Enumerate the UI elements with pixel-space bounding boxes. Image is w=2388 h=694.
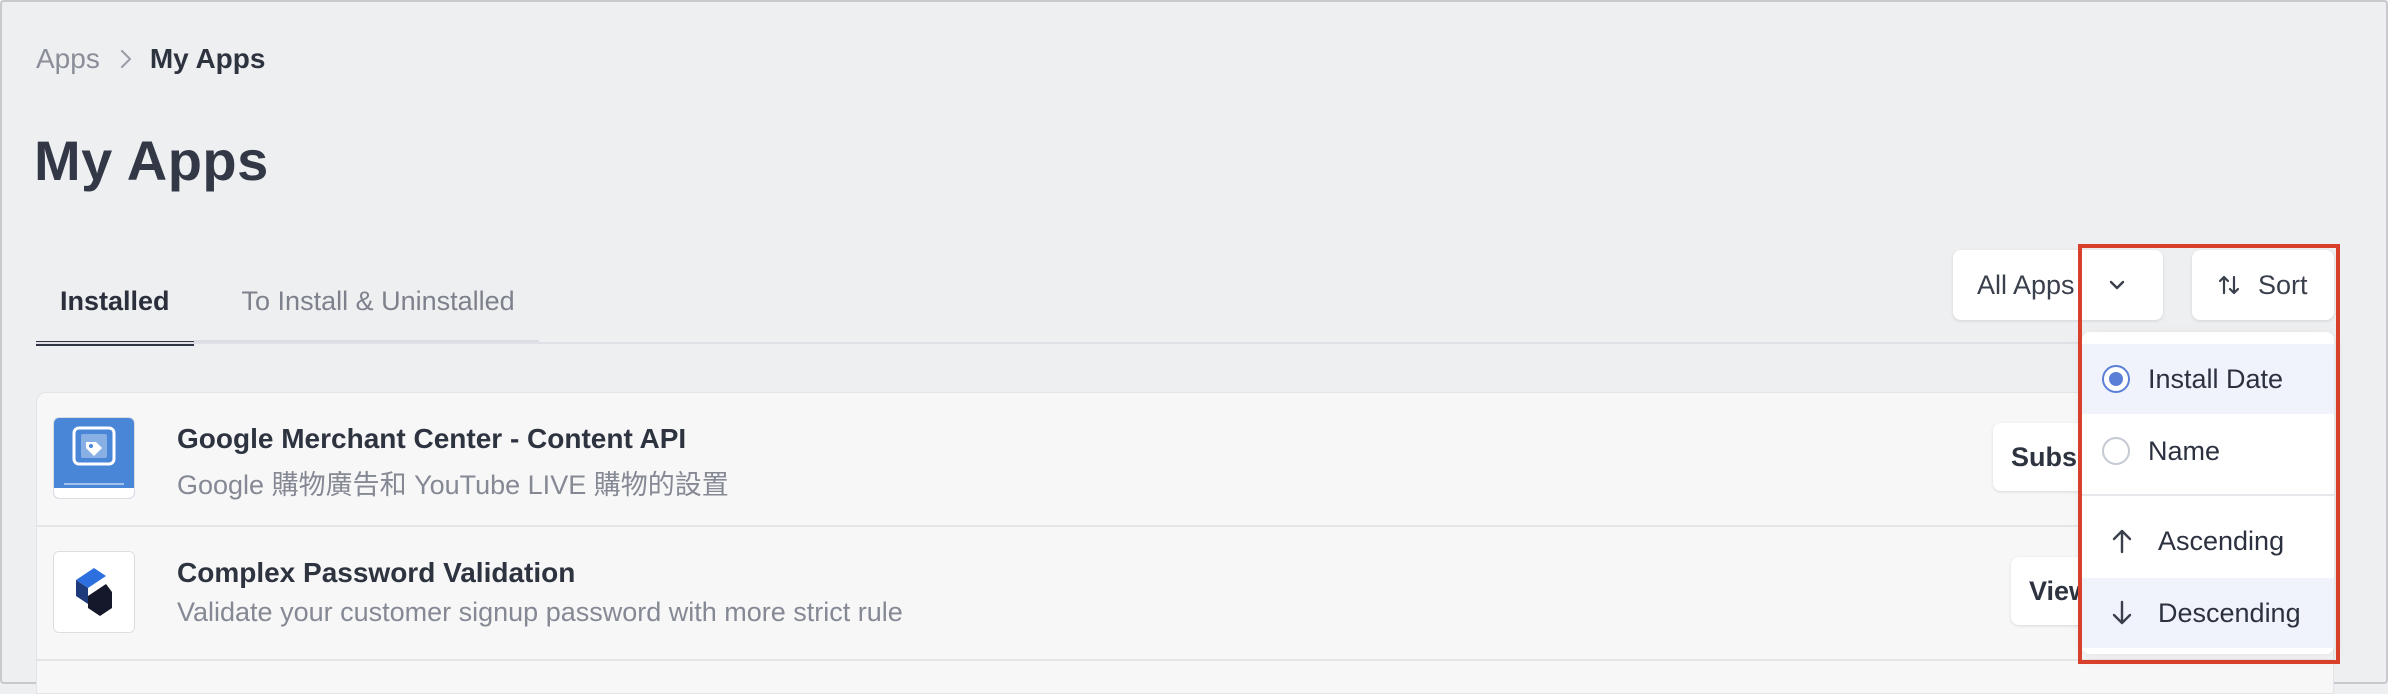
app-list: Google Merchant Center - Content API Goo…: [36, 392, 2334, 694]
tab-to-install-uninstalled[interactable]: To Install & Uninstalled: [193, 262, 539, 343]
breadcrumb-apps-link[interactable]: Apps: [36, 43, 100, 75]
complex-password-logo: [53, 551, 135, 633]
app-name[interactable]: Complex Password Validation: [177, 557, 575, 589]
app-name[interactable]: Google Merchant Center - Content API: [177, 423, 686, 455]
app-row[interactable]: Complex Password Validation Validate you…: [37, 527, 2333, 661]
google-merchant-logo: [53, 417, 135, 499]
page-title: My Apps: [34, 129, 269, 192]
breadcrumb-current: My Apps: [149, 43, 266, 74]
tabs-divider: [36, 342, 2326, 344]
app-row[interactable]: Google Merchant Center - Content API Goo…: [37, 393, 2333, 527]
chevron-right-icon: [120, 49, 132, 69]
highlight-box: [2078, 244, 2340, 664]
app-description: Validate your customer signup password w…: [177, 597, 903, 627]
tab-bar: Installed To Install & Uninstalled: [36, 262, 539, 346]
tab-installed[interactable]: Installed: [36, 262, 194, 346]
breadcrumb: Apps My Apps: [36, 40, 265, 78]
app-filter-label: All Apps: [1977, 269, 2075, 300]
app-description: Google 購物廣告和 YouTube LIVE 購物的設置: [177, 470, 729, 500]
